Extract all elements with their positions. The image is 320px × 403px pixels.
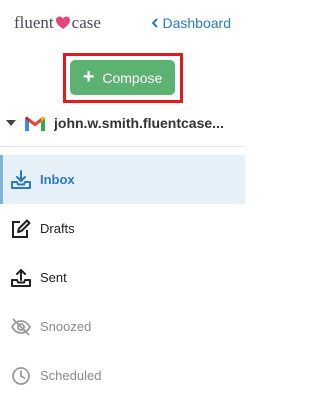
- eye-slash-icon: [10, 315, 36, 339]
- nav-label-snoozed: Snoozed: [40, 319, 92, 334]
- fluentcase-logo[interactable]: fluent case: [14, 12, 101, 34]
- header: fluent case Dashboard: [0, 0, 245, 48]
- nav-label-sent: Sent: [40, 270, 67, 285]
- mail-nav: Inbox Drafts Sent Snoozed Scheduled: [0, 155, 245, 400]
- account-email: john.w.smith.fluentcase...: [54, 115, 224, 131]
- nav-item-drafts[interactable]: Drafts: [0, 204, 245, 253]
- nav-label-scheduled: Scheduled: [40, 368, 102, 383]
- nav-item-sent[interactable]: Sent: [0, 253, 245, 302]
- inbox-icon: [10, 168, 36, 192]
- divider: [0, 146, 245, 147]
- account-selector[interactable]: john.w.smith.fluentcase...: [0, 108, 245, 138]
- compose-button[interactable]: + Compose: [70, 60, 175, 95]
- send-icon: [10, 266, 36, 290]
- heart-icon: [55, 15, 71, 31]
- gmail-icon: [24, 115, 46, 132]
- clock-icon: [10, 364, 36, 388]
- logo-text-left: fluent: [14, 13, 54, 32]
- edit-icon: [10, 217, 36, 241]
- plus-icon: +: [82, 65, 95, 88]
- dashboard-link[interactable]: Dashboard: [151, 15, 232, 31]
- nav-item-snoozed[interactable]: Snoozed: [0, 302, 245, 351]
- compose-label: Compose: [102, 69, 163, 86]
- nav-item-inbox[interactable]: Inbox: [0, 155, 245, 204]
- caret-down-icon[interactable]: [6, 120, 16, 126]
- logo-text-right: case: [71, 13, 101, 32]
- nav-item-scheduled[interactable]: Scheduled: [0, 351, 245, 400]
- nav-label-drafts: Drafts: [40, 221, 75, 236]
- dashboard-label: Dashboard: [162, 15, 232, 31]
- nav-label-inbox: Inbox: [40, 172, 75, 187]
- chevron-left-icon: [151, 18, 159, 28]
